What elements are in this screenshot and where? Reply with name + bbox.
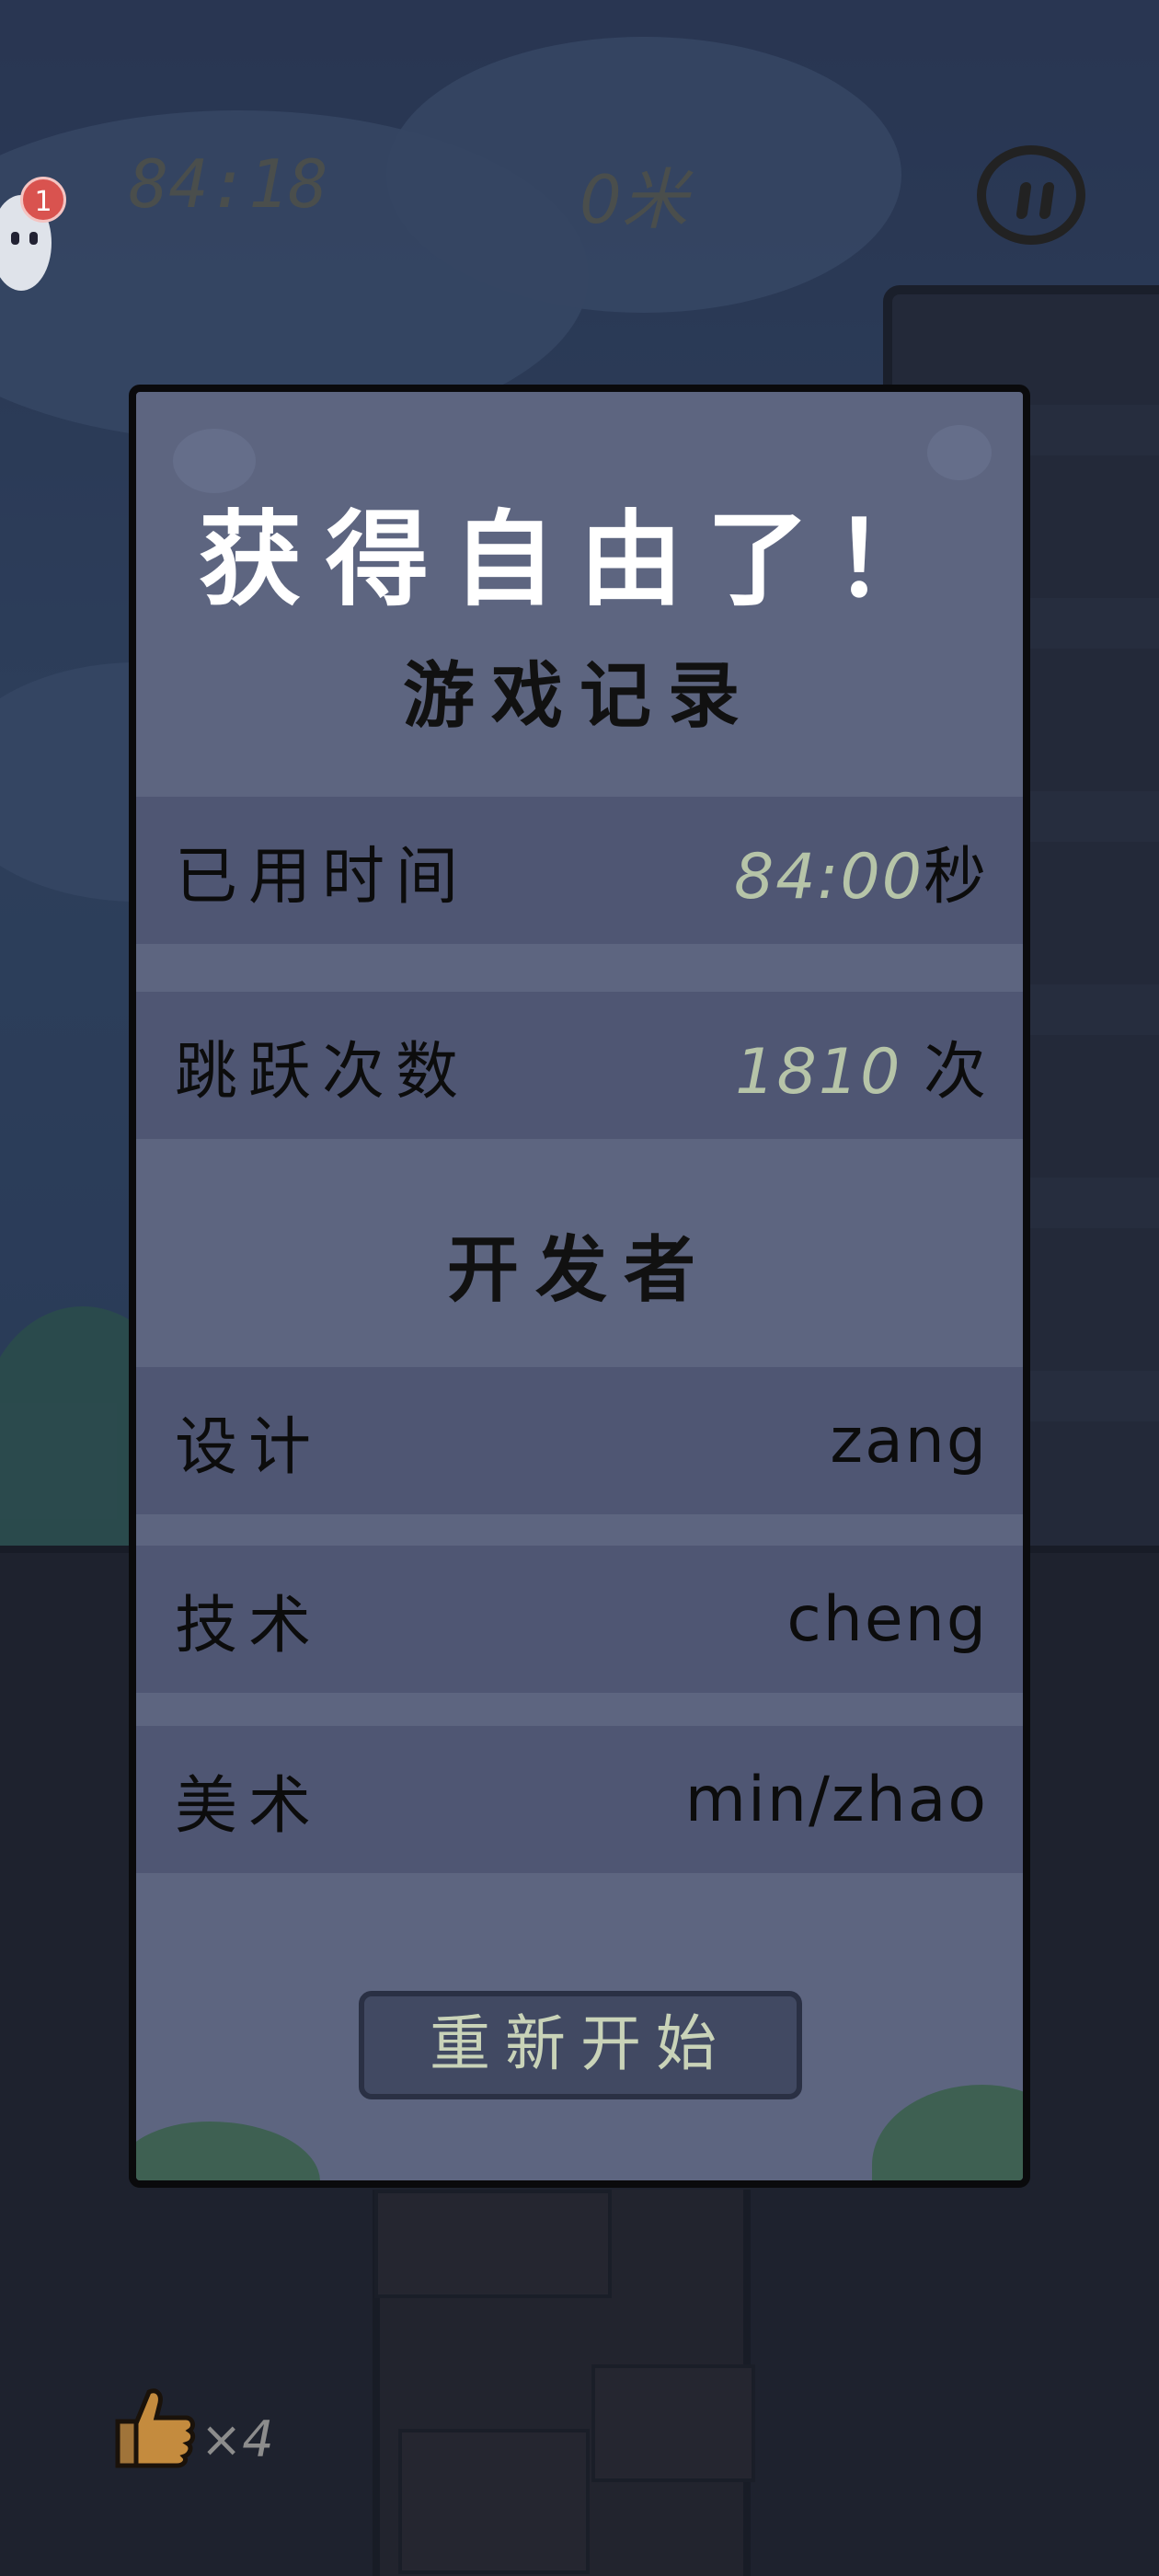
developer-row-design: 设计 zang [136,1367,1023,1514]
pause-button[interactable] [977,145,1085,245]
developer-name: min/zhao [684,1763,988,1836]
record-value: 1810 次 [735,1035,988,1109]
dialog-title: 获得自由了！ [199,500,960,620]
record-label: 已用时间 [175,840,470,914]
record-header: 游戏记录 [402,655,756,738]
pause-icon [1039,182,1055,219]
grass-decoration [136,2122,320,2180]
restart-button[interactable]: 重新开始 [359,1991,802,2099]
notification-badge: 1 [20,177,66,223]
developer-role: 技术 [175,1589,323,1662]
grass-decoration [872,2085,1023,2180]
thumbs-up-item-icon[interactable] [109,2385,197,2469]
hud-distance: 0米 [580,161,688,238]
record-label: 跳跃次数 [175,1035,470,1109]
item-count: ×4 [201,2410,274,2468]
record-row-jumps: 跳跃次数 1810 次 [136,992,1023,1139]
pause-icon [1016,182,1032,219]
developer-name: zang [830,1404,988,1478]
developer-name: cheng [786,1582,988,1656]
developer-role: 设计 [175,1410,323,1484]
record-row-time: 已用时间 84:00秒 [136,797,1023,944]
developers-header: 开发者 [446,1229,712,1312]
record-value: 84:00秒 [734,840,988,914]
developer-role: 美术 [175,1769,323,1843]
decoration [927,425,992,480]
developer-row-art: 美术 min/zhao [136,1726,1023,1873]
developer-row-tech: 技术 cheng [136,1546,1023,1693]
hud-timer: 84:18 [129,145,328,223]
victory-dialog: 获得自由了！ 游戏记录 已用时间 84:00秒 跳跃次数 1810 次 开发者 … [129,385,1030,2188]
